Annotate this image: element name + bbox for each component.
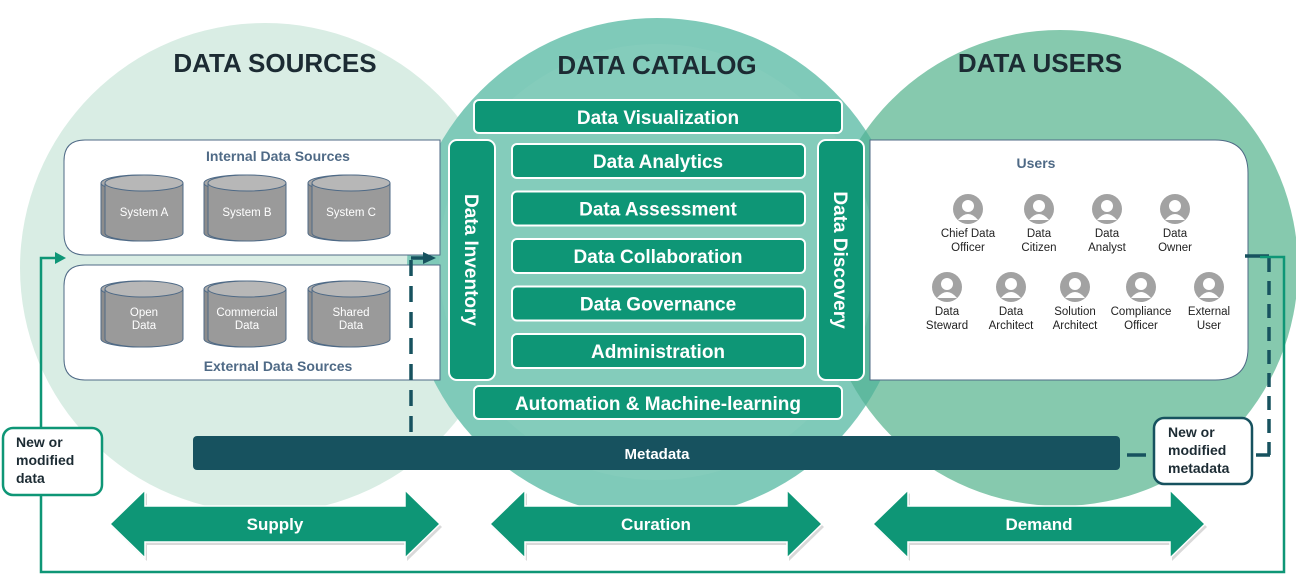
user-avatar-icon xyxy=(1160,194,1190,224)
catalog-bottom-box[interactable]: Automation & Machine-learning xyxy=(473,385,843,420)
internal-sources-title: Internal Data Sources xyxy=(206,148,350,164)
new-data-line-1: New or xyxy=(16,434,63,450)
user-role-label: Data xyxy=(1163,228,1188,240)
user-role-label: Officer xyxy=(1124,320,1158,332)
user-role-label: Officer xyxy=(951,242,985,254)
catalog-top-box[interactable]: Data Visualization xyxy=(473,99,843,134)
user-avatar-icon xyxy=(953,194,983,224)
user-role-label: Data xyxy=(999,306,1024,318)
external-sources-title: External Data Sources xyxy=(204,358,353,374)
user-role-label: Citizen xyxy=(1021,242,1056,254)
database-label: System B xyxy=(222,207,272,219)
external-source-2[interactable]: CommercialData xyxy=(203,280,287,348)
user-avatar-icon xyxy=(1024,194,1054,224)
database-label: Commercial xyxy=(216,307,277,319)
database-label: Data xyxy=(132,320,157,332)
catalog-capability-5[interactable]: Administration xyxy=(511,333,806,369)
new-metadata-line-2: modified xyxy=(1168,442,1226,458)
user-role-label: Steward xyxy=(926,320,968,332)
flow-label: Supply xyxy=(247,515,304,534)
user-role-label: Solution xyxy=(1054,306,1096,318)
user-avatar-icon xyxy=(996,272,1026,302)
catalog-capability-2[interactable]: Data Assessment xyxy=(511,190,806,227)
catalog-capability-1[interactable]: Data Analytics xyxy=(511,143,806,179)
user-role-label: Owner xyxy=(1158,242,1192,254)
new-data-line-2: modified xyxy=(16,452,74,468)
user-avatar-icon xyxy=(1194,272,1224,302)
internal-source-2[interactable]: System B xyxy=(203,174,287,242)
user-role-label: Compliance xyxy=(1111,306,1172,318)
user-role-label: Analyst xyxy=(1088,242,1127,254)
metadata-bar[interactable]: Metadata xyxy=(193,436,1120,470)
user-role-label: Data xyxy=(1027,228,1052,240)
database-label: System A xyxy=(120,207,169,219)
heading-data-catalog: DATA CATALOG xyxy=(557,50,756,80)
new-metadata-line-1: New or xyxy=(1168,424,1215,440)
catalog-capability-label: Data Governance xyxy=(580,295,736,316)
user-avatar-icon xyxy=(1092,194,1122,224)
database-label: System C xyxy=(326,207,376,219)
catalog-left-box[interactable]: Data Inventory xyxy=(448,139,496,381)
users-panel-title: Users xyxy=(1017,155,1056,171)
users-panel xyxy=(869,139,1249,381)
internal-source-1[interactable]: System A xyxy=(100,174,184,242)
catalog-capability-label: Data Assessment xyxy=(579,200,737,221)
catalog-capability-4[interactable]: Data Governance xyxy=(511,285,806,322)
user-role-label: Chief Data xyxy=(941,228,996,240)
catalog-right-label: Data Discovery xyxy=(829,191,850,329)
data-catalog-diagram: DATA SOURCES DATA CATALOG DATA USERS Int… xyxy=(1,18,1296,574)
heading-data-users: DATA USERS xyxy=(958,48,1122,78)
catalog-capability-label: Data Analytics xyxy=(593,152,723,173)
catalog-capability-3[interactable]: Data Collaboration xyxy=(511,238,806,274)
flow-label: Curation xyxy=(621,515,691,534)
database-label: Data xyxy=(235,320,260,332)
new-metadata-note: New or modified metadata xyxy=(1152,416,1254,486)
user-avatar-icon xyxy=(932,272,962,302)
catalog-right-box[interactable]: Data Discovery xyxy=(817,139,865,381)
catalog-capability-label: Administration xyxy=(591,342,725,363)
catalog-top-label: Data Visualization xyxy=(577,108,739,129)
user-role-label: User xyxy=(1197,320,1221,332)
new-data-line-3: data xyxy=(16,470,45,486)
internal-source-3[interactable]: System C xyxy=(307,174,391,242)
metadata-label: Metadata xyxy=(624,446,690,463)
user-role-label: Data xyxy=(1095,228,1120,240)
new-metadata-line-3: metadata xyxy=(1168,460,1230,476)
database-label: Data xyxy=(339,320,364,332)
user-avatar-icon xyxy=(1060,272,1090,302)
new-data-note: New or modified data xyxy=(1,426,104,497)
user-avatar-icon xyxy=(1126,272,1156,302)
database-label: Shared xyxy=(332,307,369,319)
heading-data-sources: DATA SOURCES xyxy=(173,48,376,78)
flow-label: Demand xyxy=(1005,515,1072,534)
database-label: Open xyxy=(130,307,158,319)
catalog-capability-label: Data Collaboration xyxy=(574,247,743,268)
catalog-bottom-label: Automation & Machine-learning xyxy=(515,394,801,415)
user-role-label: Architect xyxy=(1053,320,1099,332)
user-role-label: External xyxy=(1188,306,1230,318)
user-role-label: Data xyxy=(935,306,960,318)
catalog-left-label: Data Inventory xyxy=(460,194,481,326)
external-source-3[interactable]: SharedData xyxy=(307,280,391,348)
user-role-label: Architect xyxy=(989,320,1035,332)
external-source-1[interactable]: OpenData xyxy=(100,280,184,348)
